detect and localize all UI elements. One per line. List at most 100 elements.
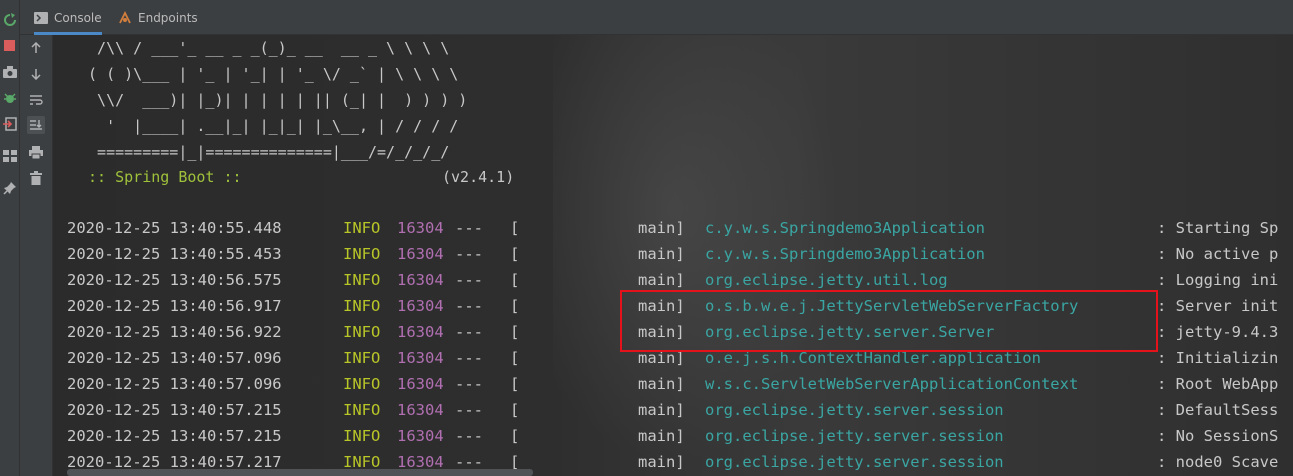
log-logger: org.eclipse.jetty.server.session (705, 453, 1004, 471)
stop-icon[interactable] (2, 38, 17, 53)
log-separator: --- (455, 297, 483, 315)
run-toolbar (0, 0, 20, 476)
log-message: : jetty-9.4.3 (1157, 323, 1279, 341)
log-message: : No active p (1157, 245, 1279, 263)
banner-line: /\\ / ___'_ __ _ _(_)_ __ __ _ \ \ \ \ (79, 39, 450, 57)
scroll-to-end-icon[interactable] (27, 116, 45, 134)
log-timestamp: 2020-12-25 13:40:56.922 (67, 323, 282, 341)
tab-console[interactable]: Console (34, 4, 102, 35)
log-separator: --- (455, 323, 483, 341)
log-pid: 16304 (397, 375, 444, 393)
log-logger: org.eclipse.jetty.server.session (705, 401, 1004, 419)
log-message: : Logging ini (1157, 271, 1279, 289)
log-separator: --- (455, 245, 483, 263)
log-pid: 16304 (397, 219, 444, 237)
exit-icon[interactable] (2, 116, 17, 131)
log-level: INFO (343, 245, 381, 263)
log-timestamp: 2020-12-25 13:40:57.096 (67, 349, 282, 367)
log-timestamp: 2020-12-25 13:40:56.575 (67, 271, 282, 289)
log-separator: --- (455, 375, 483, 393)
rerun-icon[interactable] (2, 12, 17, 27)
log-pid: 16304 (397, 349, 444, 367)
highlight-box (620, 290, 1158, 352)
log-bracket: [ (510, 427, 520, 445)
log-level: INFO (343, 427, 381, 445)
log-pid: 16304 (397, 323, 444, 341)
log-logger: c.y.w.s.Springdemo3Application (705, 245, 985, 263)
print-icon[interactable] (27, 143, 45, 161)
log-logger: org.eclipse.jetty.server.session (705, 427, 1004, 445)
log-thread: main] (638, 245, 685, 263)
tab-console-label: Console (54, 11, 102, 25)
log-separator: --- (455, 427, 483, 445)
log-timestamp: 2020-12-25 13:40:55.448 (67, 219, 282, 237)
log-message: : Initializin (1157, 349, 1279, 367)
log-separator: --- (455, 219, 483, 237)
log-message: : DefaultSess (1157, 401, 1279, 419)
banner-line: ' |____| .__|_| |_|_| |_\__, | / / / / (79, 117, 459, 135)
log-level: INFO (343, 271, 381, 289)
endpoints-icon (118, 11, 132, 25)
debug-icon[interactable] (2, 90, 17, 105)
log-message: : Root WebApp (1157, 375, 1279, 393)
log-bracket: [ (510, 323, 520, 341)
log-level: INFO (343, 219, 381, 237)
log-timestamp: 2020-12-25 13:40:57.215 (67, 427, 282, 445)
log-bracket: [ (510, 349, 520, 367)
log-level: INFO (343, 297, 381, 315)
log-level: INFO (343, 375, 381, 393)
log-bracket: [ (510, 219, 520, 237)
log-bracket: [ (510, 375, 520, 393)
log-bracket: [ (510, 271, 520, 289)
tab-endpoints[interactable]: Endpoints (118, 4, 198, 32)
log-timestamp: 2020-12-25 13:40:57.215 (67, 401, 282, 419)
log-message: : Server init (1157, 297, 1279, 315)
soft-wrap-icon[interactable] (27, 91, 45, 109)
log-separator: --- (455, 271, 483, 289)
log-timestamp: 2020-12-25 13:40:57.096 (67, 375, 282, 393)
pin-icon[interactable] (2, 180, 17, 195)
log-pid: 16304 (397, 271, 444, 289)
log-logger: c.y.w.s.Springdemo3Application (705, 219, 985, 237)
log-thread: main] (638, 453, 685, 471)
log-bracket: [ (510, 401, 520, 419)
console-toolbar (20, 35, 53, 476)
log-level: INFO (343, 349, 381, 367)
log-thread: main] (638, 427, 685, 445)
tool-window-tabs: Console Endpoints (20, 0, 1293, 35)
log-line: 2020-12-25 13:40:57.215 INFO 16304 --- [ main… (67, 397, 1293, 423)
down-arrow-icon[interactable] (27, 65, 45, 83)
log-message: : Starting Sp (1157, 219, 1279, 237)
log-thread: main] (638, 375, 685, 393)
layout-icon[interactable] (2, 148, 17, 163)
log-line: 2020-12-25 13:40:55.453 INFO 16304 --- [ main… (67, 241, 1293, 267)
log-thread: main] (638, 219, 685, 237)
banner-line: \\/ ___)| |_)| | | | | || (_| | ) ) ) ) (79, 91, 468, 109)
log-pid: 16304 (397, 245, 444, 263)
log-message: : No SessionS (1157, 427, 1279, 445)
banner-line: =========|_|==============|___/=/_/_/_/ (79, 143, 450, 161)
banner-line: ( ( )\___ | '_ | '_| | '_ \/ _` | \ \ \ … (79, 65, 459, 83)
log-timestamp: 2020-12-25 13:40:56.917 (67, 297, 282, 315)
log-thread: main] (638, 401, 685, 419)
log-pid: 16304 (397, 427, 444, 445)
log-bracket: [ (510, 245, 520, 263)
log-pid: 16304 (397, 401, 444, 419)
spring-boot-label: :: Spring Boot :: (79, 168, 242, 186)
log-bracket: [ (510, 297, 520, 315)
horizontal-scrollbar[interactable] (67, 469, 533, 476)
camera-icon[interactable] (2, 64, 17, 79)
log-separator: --- (455, 401, 483, 419)
log-pid: 16304 (397, 297, 444, 315)
up-arrow-icon[interactable] (27, 39, 45, 57)
tab-endpoints-label: Endpoints (138, 11, 198, 25)
log-timestamp: 2020-12-25 13:40:55.453 (67, 245, 282, 263)
log-line: 2020-12-25 13:40:55.448 INFO 16304 --- [ main… (67, 215, 1293, 241)
log-line: 2020-12-25 13:40:57.096 INFO 16304 --- [ main… (67, 371, 1293, 397)
log-message: : node0 Scave (1157, 453, 1279, 471)
trash-icon[interactable] (27, 169, 45, 187)
console-output[interactable]: /\\ / ___'_ __ _ _(_)_ __ __ _ \ \ \ \ (… (53, 35, 1293, 476)
log-separator: --- (455, 349, 483, 367)
log-logger: w.s.c.ServletWebServerApplicationContext (705, 375, 1079, 393)
log-level: INFO (343, 401, 381, 419)
